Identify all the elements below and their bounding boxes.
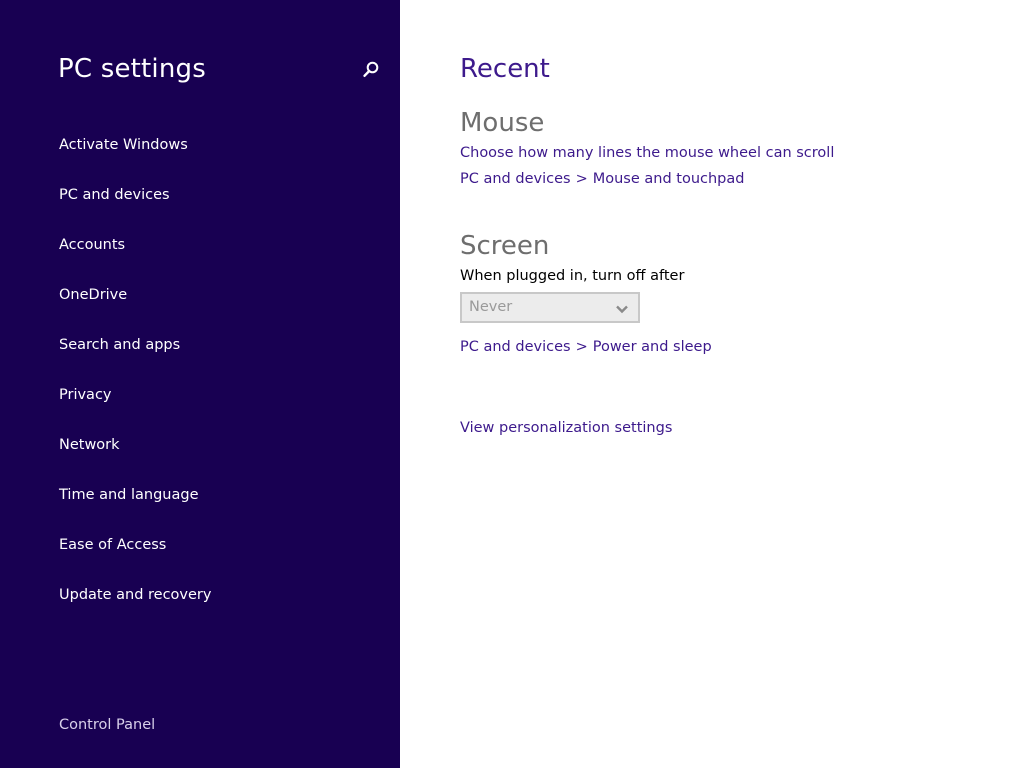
breadcrumb-mouse-and-touchpad-link[interactable]: Mouse and touchpad bbox=[593, 171, 745, 187]
breadcrumb-power-and-sleep-link[interactable]: Power and sleep bbox=[593, 339, 712, 355]
sidebar: PC settings Activate Windows PC and devi… bbox=[0, 0, 400, 768]
sidebar-item-time-and-language[interactable]: Time and language bbox=[0, 480, 400, 530]
sidebar-item-ease-of-access[interactable]: Ease of Access bbox=[0, 530, 400, 580]
sidebar-item-update-and-recovery[interactable]: Update and recovery bbox=[0, 580, 400, 630]
search-icon bbox=[362, 60, 380, 82]
sidebar-item-accounts[interactable]: Accounts bbox=[0, 230, 400, 280]
breadcrumb-separator: > bbox=[575, 171, 588, 187]
breadcrumb-pc-and-devices-link[interactable]: PC and devices bbox=[460, 171, 571, 187]
mouse-breadcrumb: PC and devices > Mouse and touchpad bbox=[460, 171, 744, 187]
screen-off-label: When plugged in, turn off after bbox=[460, 268, 685, 284]
main-content: Recent Mouse Choose how many lines the m… bbox=[460, 0, 1000, 768]
breadcrumb-separator: > bbox=[575, 339, 588, 355]
view-personalization-settings-link[interactable]: View personalization settings bbox=[460, 420, 672, 436]
page-title: Recent bbox=[460, 54, 550, 84]
sidebar-item-activate-windows[interactable]: Activate Windows bbox=[0, 130, 400, 180]
mouse-wheel-lines-link[interactable]: Choose how many lines the mouse wheel ca… bbox=[460, 145, 834, 161]
pc-settings-window: PC settings Activate Windows PC and devi… bbox=[0, 0, 1024, 768]
screen-heading: Screen bbox=[460, 231, 550, 261]
search-button[interactable] bbox=[358, 58, 384, 84]
screen-off-dropdown-value: Never bbox=[469, 299, 513, 315]
sidebar-item-network[interactable]: Network bbox=[0, 430, 400, 480]
breadcrumb-pc-and-devices-link[interactable]: PC and devices bbox=[460, 339, 571, 355]
sidebar-title: PC settings bbox=[58, 54, 206, 84]
screen-breadcrumb: PC and devices > Power and sleep bbox=[460, 339, 712, 355]
sidebar-item-pc-and-devices[interactable]: PC and devices bbox=[0, 180, 400, 230]
control-panel-link[interactable]: Control Panel bbox=[59, 717, 155, 733]
sidebar-item-privacy[interactable]: Privacy bbox=[0, 380, 400, 430]
mouse-heading: Mouse bbox=[460, 108, 545, 138]
sidebar-nav: Activate Windows PC and devices Accounts… bbox=[0, 130, 400, 630]
screen-off-dropdown[interactable]: Never bbox=[460, 292, 640, 323]
chevron-down-icon bbox=[614, 300, 630, 316]
sidebar-item-onedrive[interactable]: OneDrive bbox=[0, 280, 400, 330]
sidebar-item-search-and-apps[interactable]: Search and apps bbox=[0, 330, 400, 380]
